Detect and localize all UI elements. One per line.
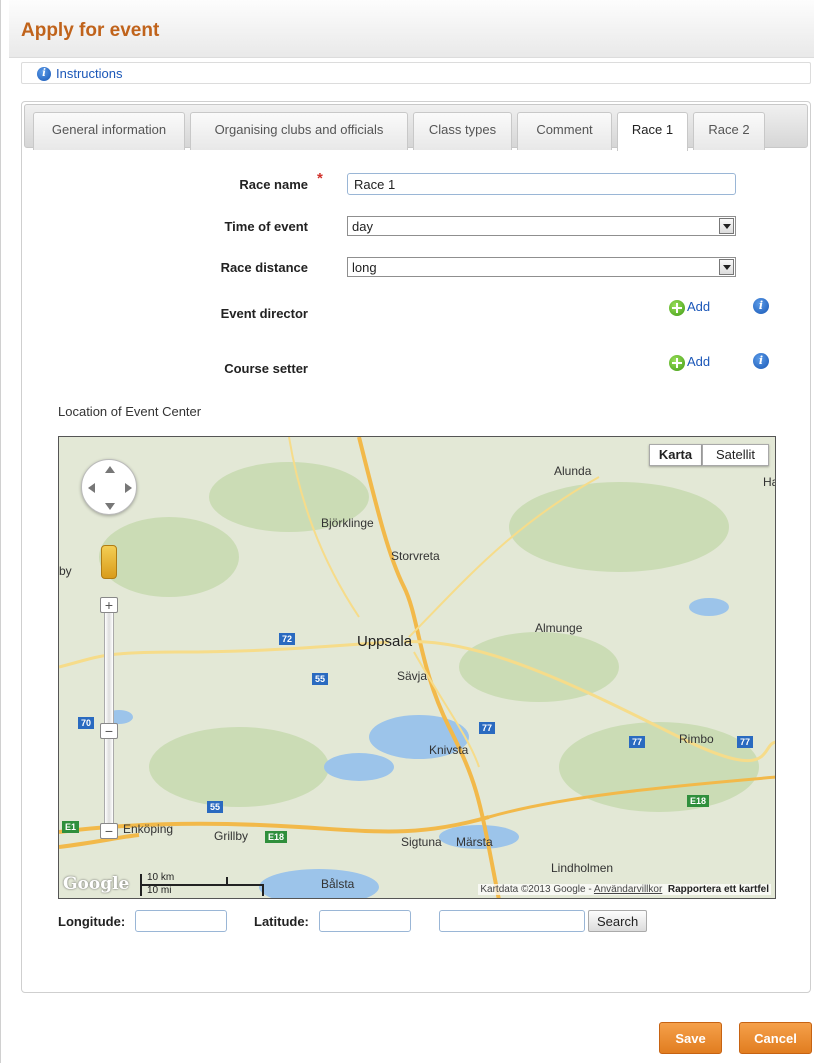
road-shield-70: 70: [78, 717, 95, 729]
event-director-info-icon[interactable]: i: [753, 298, 769, 314]
map-pan-control[interactable]: [81, 459, 137, 515]
course-setter-label: Course setter: [224, 361, 308, 376]
chevron-down-icon: [719, 218, 734, 234]
road-shield-55: 55: [207, 801, 224, 813]
instructions-link[interactable]: Instructions: [56, 66, 122, 81]
scale-km: 10 km: [147, 872, 175, 883]
road-shield-72: 72: [279, 633, 296, 645]
tab-general-information[interactable]: General information: [33, 112, 185, 150]
tab-organising-clubs[interactable]: Organising clubs and officials: [190, 112, 408, 150]
map-label-lindholmen: Lindholmen: [551, 861, 614, 875]
map-label-almunge: Almunge: [535, 621, 583, 635]
location-label: Location of Event Center: [58, 404, 202, 419]
zoom-slider[interactable]: [104, 599, 114, 839]
race-distance-value: long: [352, 260, 377, 275]
race-distance-select[interactable]: long: [347, 257, 736, 277]
time-of-event-label: Time of event: [224, 219, 308, 234]
longitude-input[interactable]: [135, 910, 227, 932]
road-shield-77: 77: [629, 736, 646, 748]
map-label-knivsta: Knivsta: [429, 743, 469, 757]
map-label-savja: Sävja: [397, 669, 428, 683]
map-type-satellite-button[interactable]: Satellit: [702, 444, 769, 466]
course-setter-add-link[interactable]: Add: [687, 354, 710, 369]
time-of-event-value: day: [352, 219, 373, 234]
pan-up-icon[interactable]: [105, 466, 115, 473]
map-label-by: by: [59, 564, 72, 578]
pegman-icon[interactable]: [101, 545, 117, 579]
road-shield-55: 55: [312, 673, 329, 685]
pan-right-icon[interactable]: [125, 483, 132, 493]
zoom-slider-handle[interactable]: −: [100, 723, 118, 739]
race-name-input[interactable]: [347, 173, 736, 195]
required-star: *: [317, 170, 323, 187]
event-director-add-link[interactable]: Add: [687, 299, 710, 314]
latitude-input[interactable]: [319, 910, 411, 932]
report-map-error-link[interactable]: Rapportera ett kartfel: [668, 884, 769, 895]
map-label-storvreta: Storvreta: [391, 549, 440, 563]
add-icon[interactable]: [669, 355, 685, 371]
chevron-down-icon: [719, 259, 734, 275]
attribution-text: Kartdata ©2013 Google -: [480, 884, 594, 895]
form-panel: General information Organising clubs and…: [21, 101, 811, 993]
tab-class-types[interactable]: Class types: [413, 112, 512, 150]
map-label-grillby: Grillby: [214, 829, 249, 843]
map-label-rimbo: Rimbo: [679, 732, 714, 746]
map-type-karta-button[interactable]: Karta: [649, 444, 702, 466]
pan-down-icon[interactable]: [105, 503, 115, 510]
map-label-enkoping: Enköping: [123, 822, 174, 836]
road-shield-e18: E18: [265, 831, 288, 843]
map-label-alunda: Alunda: [554, 464, 592, 478]
instructions-bar: i Instructions: [21, 62, 811, 84]
tab-comment[interactable]: Comment: [517, 112, 612, 150]
zoom-in-icon[interactable]: +: [100, 597, 118, 613]
time-of-event-select[interactable]: day: [347, 216, 736, 236]
info-icon: i: [37, 67, 51, 81]
map-label-marsta: Märsta: [456, 835, 493, 849]
google-logo: Google: [63, 874, 130, 894]
map-scale: 10 km 10 mi: [139, 872, 264, 896]
cancel-button[interactable]: Cancel: [739, 1022, 812, 1054]
latitude-label: Latitude:: [254, 914, 309, 929]
terms-link[interactable]: Användarvillkor: [594, 884, 662, 895]
race-distance-label: Race distance: [220, 260, 308, 275]
add-icon[interactable]: [669, 300, 685, 316]
longitude-label: Longitude:: [58, 914, 126, 929]
tab-bar: General information Organising clubs and…: [24, 104, 808, 151]
map-view[interactable]: Karta Satellit Alunda Ha Björklinge Stor…: [58, 436, 776, 899]
map-label-sigtuna: Sigtuna: [401, 835, 442, 849]
title-bar: Apply for event: [9, 0, 814, 58]
scale-mi: 10 mi: [147, 885, 172, 896]
search-button[interactable]: Search: [588, 910, 648, 932]
road-shield-e1: E1: [62, 821, 80, 833]
map-label-bjorklinge: Björklinge: [321, 516, 374, 530]
tab-race-2[interactable]: Race 2: [693, 112, 765, 150]
page-title: Apply for event: [21, 20, 160, 41]
map-label-ha: Ha: [763, 475, 775, 489]
road-shield-e18: E18: [687, 795, 710, 807]
zoom-out-icon[interactable]: −: [100, 823, 118, 839]
map-attribution: Kartdata ©2013 Google - Användarvillkor …: [478, 884, 771, 895]
map-label-balsta: Bålsta: [321, 877, 355, 891]
save-button[interactable]: Save: [659, 1022, 722, 1054]
location-search-input[interactable]: [439, 910, 585, 932]
road-shield-77: 77: [737, 736, 754, 748]
map-label-uppsala: Uppsala: [357, 633, 413, 650]
race-name-label: Race name: [239, 177, 308, 192]
road-shield-77: 77: [479, 722, 496, 734]
pan-left-icon[interactable]: [88, 483, 95, 493]
event-director-label: Event director: [220, 306, 308, 321]
course-setter-info-icon[interactable]: i: [753, 353, 769, 369]
tab-race-1[interactable]: Race 1: [617, 112, 688, 151]
